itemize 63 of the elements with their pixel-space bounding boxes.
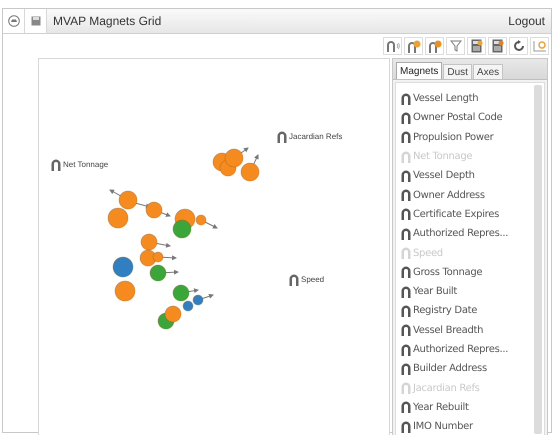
panel-tab[interactable]: Magnets bbox=[396, 62, 442, 79]
add-magnet-button[interactable] bbox=[404, 37, 423, 55]
car-icon bbox=[8, 15, 20, 27]
window-title: MVAP Magnets Grid bbox=[53, 13, 162, 30]
magnet-list-item[interactable]: Gross Tonnage bbox=[401, 262, 534, 282]
magnet-plus-icon bbox=[406, 40, 420, 52]
magnet-list-item[interactable]: IMO Number bbox=[401, 417, 534, 435]
canvas-magnet[interactable]: Jacardian Refs bbox=[277, 131, 342, 143]
remove-magnet-button[interactable] bbox=[425, 37, 444, 55]
magnet-icon bbox=[386, 40, 400, 52]
filter-button[interactable] bbox=[446, 37, 465, 55]
magnet-icon bbox=[401, 228, 411, 240]
panel-tab[interactable]: Dust bbox=[443, 64, 472, 79]
magnet-icon bbox=[277, 131, 287, 143]
canvas-magnet[interactable]: Net Tonnage bbox=[51, 159, 108, 171]
magnet-list-item[interactable]: Vessel Breadth bbox=[401, 320, 534, 340]
magnet-icon bbox=[289, 274, 299, 286]
magnet-list-item[interactable]: Propulsion Power bbox=[401, 128, 534, 147]
magnet-list-item[interactable]: Builder Address bbox=[401, 359, 534, 378]
magnet-icon bbox=[401, 344, 411, 356]
magnet-icon bbox=[401, 131, 411, 144]
magnet-icon bbox=[401, 324, 411, 336]
magnet-list-item[interactable]: Vessel Depth bbox=[401, 166, 534, 186]
magnet-list-item[interactable]: Registry Date bbox=[401, 301, 534, 321]
magnet-icon bbox=[401, 362, 411, 375]
magnet-list-item[interactable]: Authorized Repres... bbox=[401, 340, 534, 360]
magnet-icon bbox=[401, 420, 411, 433]
home-button[interactable] bbox=[3, 9, 25, 33]
magnet-list-item[interactable]: Year Built bbox=[401, 282, 534, 302]
magnet-icon bbox=[401, 304, 411, 317]
magnet-icon bbox=[401, 247, 411, 260]
magnet-icon bbox=[401, 266, 411, 278]
magnet-icon bbox=[401, 150, 411, 163]
magnet-icon bbox=[401, 208, 411, 220]
calculator-icon bbox=[470, 39, 482, 53]
magnet-icon bbox=[51, 159, 61, 171]
scrollbar[interactable] bbox=[534, 85, 542, 434]
magnet-button[interactable] bbox=[383, 37, 402, 55]
magnet-list-item[interactable]: Year Rebuilt bbox=[401, 398, 534, 418]
magnet-minus-icon bbox=[428, 40, 442, 52]
chart-search-icon bbox=[532, 40, 546, 52]
filter-icon bbox=[450, 40, 462, 52]
magnet-icon bbox=[401, 189, 411, 202]
refresh-button[interactable] bbox=[509, 37, 528, 55]
magnet-icon bbox=[401, 92, 411, 105]
panel-tab[interactable]: Axes bbox=[472, 64, 504, 79]
refresh-icon bbox=[512, 40, 524, 52]
magnet-list-item[interactable]: Vessel Length bbox=[401, 89, 534, 108]
magnet-list-item[interactable]: Owner Postal Code bbox=[401, 108, 534, 128]
magnet-list-item[interactable]: Authorized Repres... bbox=[401, 224, 534, 244]
canvas-magnet[interactable]: Speed bbox=[289, 274, 324, 286]
logout-link[interactable]: Logout bbox=[508, 12, 545, 30]
magnet-list-item[interactable]: Owner Address bbox=[401, 185, 534, 205]
magnet-icon bbox=[401, 401, 411, 414]
magnet-icon bbox=[401, 170, 411, 182]
magnet-icon bbox=[401, 112, 411, 124]
magnet-icon bbox=[401, 382, 411, 394]
calculator-add-button[interactable] bbox=[467, 37, 486, 55]
magnet-icon bbox=[401, 286, 411, 298]
calculator-remove-button[interactable] bbox=[488, 37, 507, 55]
calculator-icon bbox=[492, 39, 504, 53]
save-button[interactable] bbox=[25, 9, 47, 33]
magnet-list-item[interactable]: Certificate Expires bbox=[401, 204, 534, 224]
